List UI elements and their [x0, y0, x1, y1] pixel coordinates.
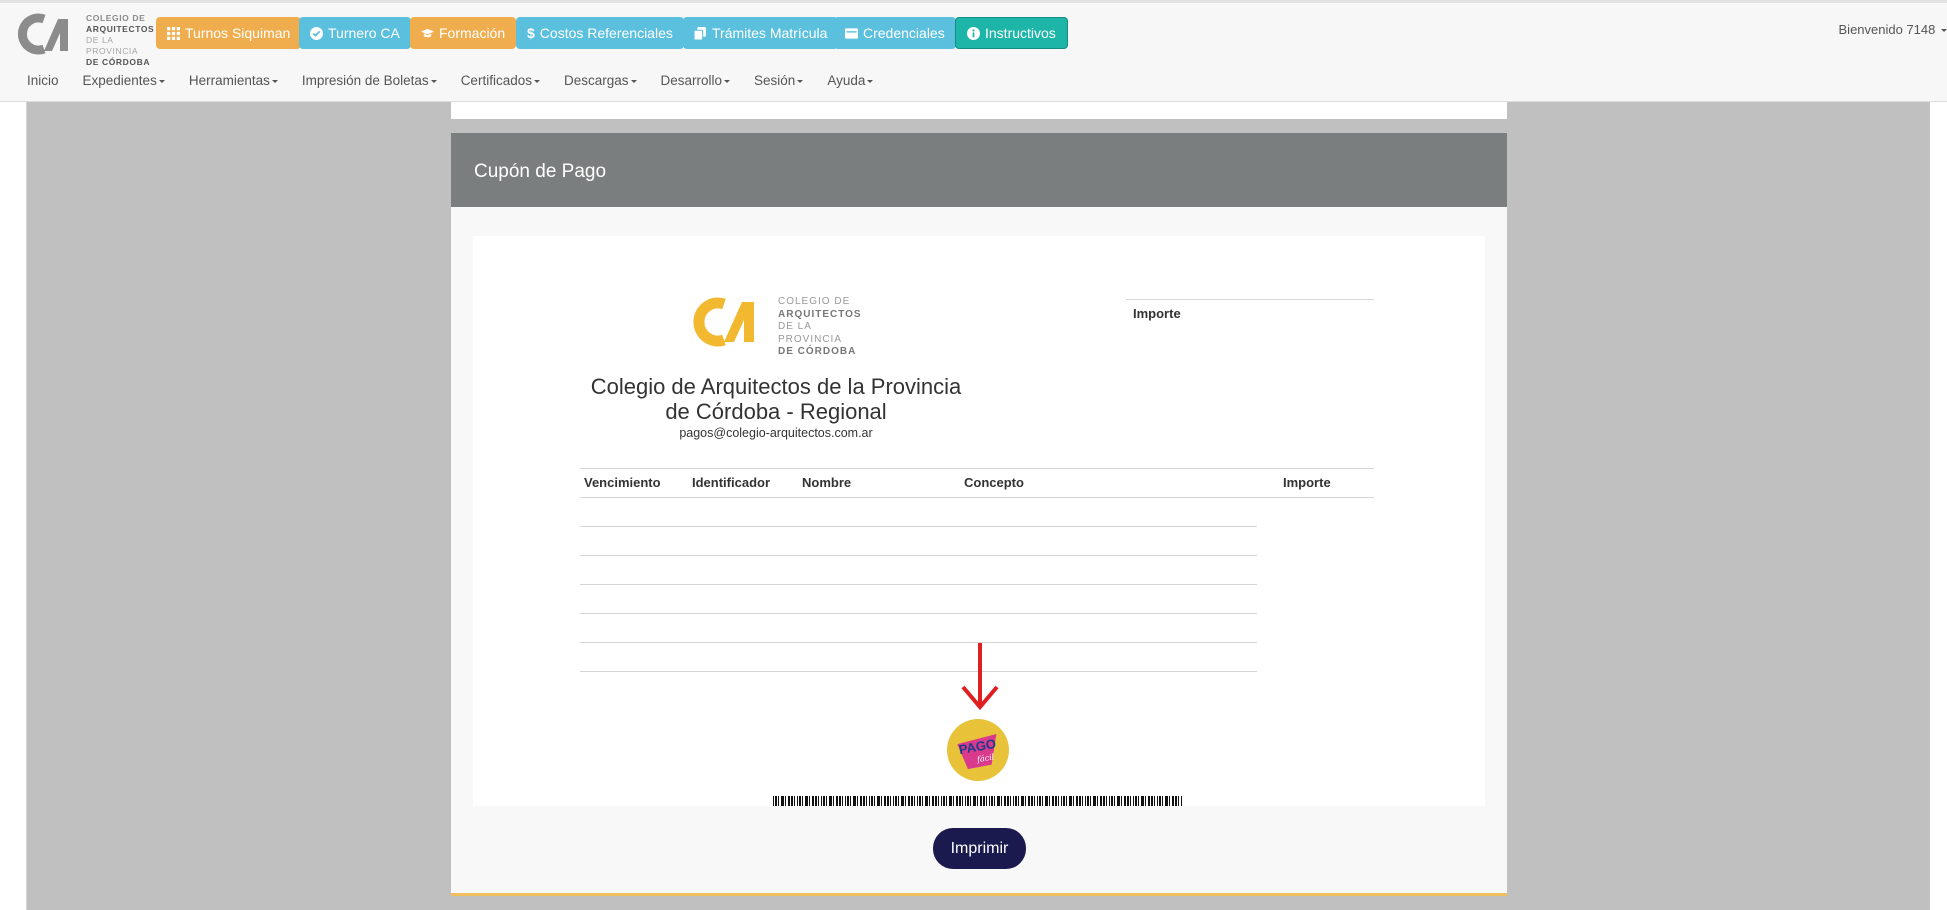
dollar-icon: $ — [527, 25, 535, 41]
previous-card-bottom — [451, 102, 1507, 119]
panel-body: COLEGIO DE ARQUITECTOS DE LA PROVINCIA D… — [451, 207, 1507, 896]
col-importe: Importe — [1283, 475, 1331, 490]
menu-item-descargas[interactable]: Descargas — [564, 73, 637, 88]
credenciales-button[interactable]: Credenciales — [834, 17, 956, 49]
turnero-ca-button[interactable]: Turnero CA — [299, 17, 411, 49]
coupon-logo: COLEGIO DE ARQUITECTOS DE LA PROVINCIA D… — [688, 294, 861, 357]
org-name: Colegio de Arquitectos de la Provincia d… — [590, 374, 962, 424]
welcome-text: Bienvenido 7148 — [1838, 22, 1936, 37]
formacion-button[interactable]: Formación — [410, 17, 517, 49]
main-menu: Inicio Expedientes Herramientas Impresió… — [27, 73, 897, 88]
button-label: Formación — [439, 25, 506, 41]
table-row — [580, 642, 1257, 643]
red-arrow-down-icon — [961, 643, 999, 711]
print-button[interactable]: Imprimir — [933, 828, 1026, 869]
menu-item-desarrollo[interactable]: Desarrollo — [661, 73, 731, 88]
chevron-down-icon — [533, 79, 540, 83]
barcode — [773, 796, 1182, 806]
table-row — [580, 584, 1257, 585]
chevron-down-icon — [1941, 29, 1947, 33]
button-label: Costos Referenciales — [539, 25, 673, 41]
coupon-logo-wordmark: COLEGIO DE ARQUITECTOS DE LA PROVINCIA D… — [778, 296, 862, 357]
chevron-down-icon — [867, 79, 874, 83]
table-row — [580, 526, 1257, 527]
instructivos-button[interactable]: Instructivos — [955, 17, 1068, 49]
col-identificador: Identificador — [692, 475, 771, 490]
panel-title: Cupón de Pago — [474, 161, 607, 182]
org-email: pagos@colegio-arquitectos.com.ar — [679, 426, 873, 440]
chevron-down-icon — [430, 79, 437, 83]
divider — [580, 468, 1374, 469]
menu-item-ayuda[interactable]: Ayuda — [827, 73, 874, 88]
button-label: Credenciales — [863, 25, 945, 41]
menu-item-herramientas[interactable]: Herramientas — [189, 73, 278, 88]
col-vencimiento: Vencimiento — [584, 475, 661, 490]
costos-referenciales-button[interactable]: $ Costos Referenciales — [516, 17, 684, 49]
menu-item-certificados[interactable]: Certificados — [461, 73, 540, 88]
pago-facil-logo: PAGO fácil — [947, 719, 1009, 781]
menu-item-sesion[interactable]: Sesión — [754, 73, 804, 88]
button-label: Turnos Siquiman — [185, 25, 291, 41]
ca-logo-icon — [18, 13, 68, 55]
ca-logo-icon — [693, 297, 754, 347]
total-amount-label: Importe — [1133, 306, 1181, 321]
logo-wordmark: COLEGIO DE ARQUITECTOS DE LA PROVINCIA D… — [86, 13, 155, 67]
id-card-icon — [845, 27, 858, 39]
divider — [580, 497, 1374, 498]
panel-header: Cupón de Pago — [451, 133, 1507, 207]
button-label: Instructivos — [985, 25, 1056, 41]
info-circle-icon — [967, 26, 980, 40]
turnos-siquiman-button[interactable]: Turnos Siquiman — [156, 17, 302, 49]
chevron-down-icon — [158, 79, 165, 83]
divider — [1126, 299, 1374, 300]
tramites-matricula-button[interactable]: Trámites Matrícula — [683, 17, 839, 49]
menu-item-inicio[interactable]: Inicio — [27, 73, 59, 88]
button-label: Trámites Matrícula — [712, 25, 828, 41]
grid-icon — [167, 26, 180, 40]
col-nombre: Nombre — [802, 475, 852, 490]
payment-coupon: COLEGIO DE ARQUITECTOS DE LA PROVINCIA D… — [473, 236, 1485, 806]
graduation-cap-icon — [421, 28, 434, 37]
chevron-down-icon — [724, 79, 731, 83]
chevron-down-icon — [630, 79, 637, 83]
menu-item-impresion-boletas[interactable]: Impresión de Boletas — [302, 73, 437, 88]
menu-item-expedientes[interactable]: Expedientes — [83, 73, 165, 88]
table-row — [580, 555, 1257, 556]
top-navbar: COLEGIO DE ARQUITECTOS DE LA PROVINCIA D… — [0, 0, 1947, 102]
button-label: Turnero CA — [328, 25, 400, 41]
table-row — [580, 671, 1257, 672]
col-concepto: Concepto — [964, 475, 1024, 490]
table-row — [580, 613, 1257, 614]
right-margin — [1930, 102, 1947, 910]
site-logo[interactable]: COLEGIO DE ARQUITECTOS DE LA PROVINCIA D… — [14, 11, 154, 67]
chevron-down-icon — [271, 79, 278, 83]
check-circle-icon — [310, 26, 323, 40]
left-margin — [0, 102, 27, 910]
user-menu[interactable]: Bienvenido 7148 — [1839, 22, 1947, 37]
copy-icon — [694, 26, 706, 40]
chevron-down-icon — [797, 79, 804, 83]
